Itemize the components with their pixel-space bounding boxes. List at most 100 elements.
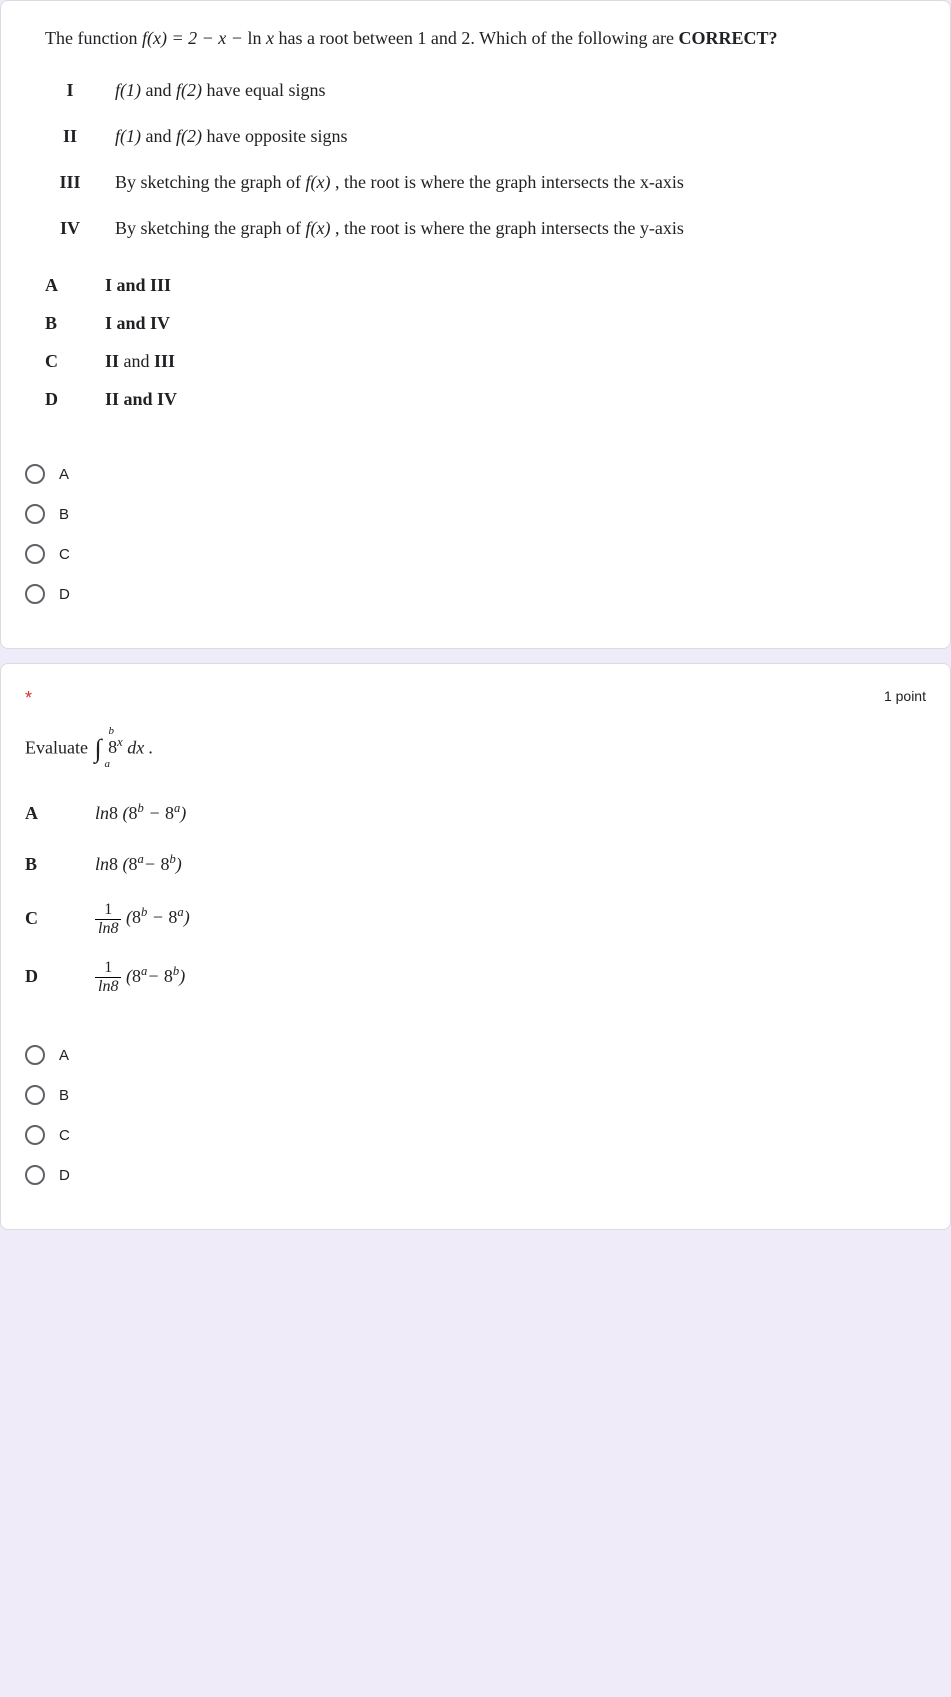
radio-icon (25, 1085, 45, 1105)
radio-icon (25, 1125, 45, 1145)
option-c[interactable]: C (25, 1125, 926, 1145)
question-2-body: Evaluate ∫ b a 8x dx . A ln8 (8b − 8a) B… (25, 729, 926, 995)
ln-text: ln (95, 854, 109, 874)
option-label: A (59, 466, 69, 483)
answer-letter: A (25, 800, 95, 828)
answer-letter: C (25, 905, 95, 933)
fx-expr: f(x) (305, 172, 330, 192)
answer-text: II and III (105, 348, 906, 376)
f2-expr: f(2) (176, 80, 202, 100)
frac-num: 1 (95, 901, 121, 920)
answer-key-row: D II and IV (45, 386, 906, 414)
ln-text: ln (95, 803, 109, 823)
q2-answer-row: C 1 ln8 (8b − 8a) (25, 901, 926, 937)
question-1-text: The function f(x) = 2 − x − ln x has a r… (25, 25, 926, 53)
answer-text-bold: I and IV (105, 313, 170, 333)
p1-base: 8 (129, 854, 138, 874)
option-label: C (59, 546, 70, 563)
integrand: 8x (108, 737, 127, 757)
p2-base: 8 (164, 966, 173, 986)
p2-exp: a (174, 801, 180, 815)
statement-text: f(1) and f(2) have equal signs (115, 77, 906, 105)
option-c[interactable]: C (25, 544, 926, 564)
stmt-mid: and (146, 126, 177, 146)
minus: − (147, 966, 164, 986)
q1-post: has a root between 1 and 2. Which of the… (278, 28, 678, 48)
question-header: * 1 point (25, 688, 926, 709)
option-label: D (59, 586, 70, 603)
answer-letter: B (25, 851, 95, 879)
statement-text: By sketching the graph of f(x) , the roo… (115, 215, 906, 243)
required-asterisk: * (25, 688, 32, 709)
answer-letter: D (25, 963, 95, 991)
stmt-pre: By sketching the graph of (115, 218, 305, 238)
answer-key-list: A I and III B I and IV C II and III D II… (25, 272, 926, 414)
question-1-body: The function f(x) = 2 − x − ln x has a r… (25, 25, 926, 414)
answer-letter: D (45, 386, 105, 414)
points-label: 1 point (884, 688, 926, 704)
stmt-post: , the root is where the graph intersects… (335, 218, 684, 238)
option-d[interactable]: D (25, 584, 926, 604)
frac-num: 1 (95, 959, 121, 978)
stmt-mid: and (146, 80, 177, 100)
frac-den: ln8 (95, 978, 121, 996)
p1-base: 8 (129, 803, 138, 823)
f1-expr: f(1) (115, 80, 141, 100)
p2-exp: a (177, 905, 183, 919)
answer-expr: 1 ln8 (8b − 8a) (95, 901, 190, 937)
question-2-text: Evaluate ∫ b a 8x dx . (25, 729, 926, 769)
option-a[interactable]: A (25, 1045, 926, 1065)
radio-option-list-1: A B C D (25, 464, 926, 604)
p2-exp: b (173, 964, 179, 978)
option-b[interactable]: B (25, 1085, 926, 1105)
answer-letter: C (45, 348, 105, 376)
answer-key-row: A I and III (45, 272, 906, 300)
f1-expr: f(1) (115, 126, 141, 146)
evaluate-label: Evaluate (25, 737, 92, 757)
radio-icon (25, 464, 45, 484)
q1-pre: The function (45, 28, 142, 48)
statement-text: By sketching the graph of f(x) , the roo… (115, 169, 906, 197)
option-label: A (59, 1047, 69, 1064)
option-a[interactable]: A (25, 464, 926, 484)
question-card-2: * 1 point Evaluate ∫ b a 8x dx . A ln8 (… (0, 663, 951, 1230)
answer-text-bold: I and III (105, 275, 171, 295)
option-b[interactable]: B (25, 504, 926, 524)
answer-text-bold: II and IV (105, 389, 177, 409)
frac-den: ln8 (95, 920, 121, 938)
p2-exp: b (169, 852, 175, 866)
statement-row: IV By sketching the graph of f(x) , the … (45, 215, 906, 243)
q2-answer-row: D 1 ln8 (8a− 8b) (25, 959, 926, 995)
q2-answer-row: B ln8 (8a− 8b) (25, 850, 926, 879)
minus: − (144, 803, 165, 823)
stmt-post: , the root is where the graph intersects… (335, 172, 684, 192)
ln-base: 8 (109, 854, 118, 874)
answer-text: II and IV (105, 386, 906, 414)
minus: − (147, 907, 168, 927)
radio-icon (25, 504, 45, 524)
option-label: B (59, 506, 69, 523)
radio-icon (25, 1045, 45, 1065)
p1-base: 8 (132, 907, 141, 927)
answer-expr: ln8 (8a− 8b) (95, 850, 182, 879)
answer-expr: ln8 (8b − 8a) (95, 799, 186, 828)
radio-option-list-2: A B C D (25, 1045, 926, 1185)
option-label: C (59, 1127, 70, 1144)
option-d[interactable]: D (25, 1165, 926, 1185)
radio-icon (25, 584, 45, 604)
integral-sign: ∫ b a (94, 729, 101, 769)
statement-number: III (45, 169, 115, 197)
answer-text: I and IV (105, 310, 906, 338)
q1-function: f(x) = 2 − x − ln x (142, 28, 278, 48)
option-label: B (59, 1087, 69, 1104)
stmt-post: have equal signs (207, 80, 326, 100)
statement-row: I f(1) and f(2) have equal signs (45, 77, 906, 105)
option-label: D (59, 1167, 70, 1184)
q2-answer-row: A ln8 (8b − 8a) (25, 799, 926, 828)
minus: − (144, 854, 161, 874)
statement-list: I f(1) and f(2) have equal signs II f(1)… (25, 77, 926, 243)
statement-row: II f(1) and f(2) have opposite signs (45, 123, 906, 151)
statement-row: III By sketching the graph of f(x) , the… (45, 169, 906, 197)
ln-base: 8 (109, 803, 118, 823)
statement-number: IV (45, 215, 115, 243)
